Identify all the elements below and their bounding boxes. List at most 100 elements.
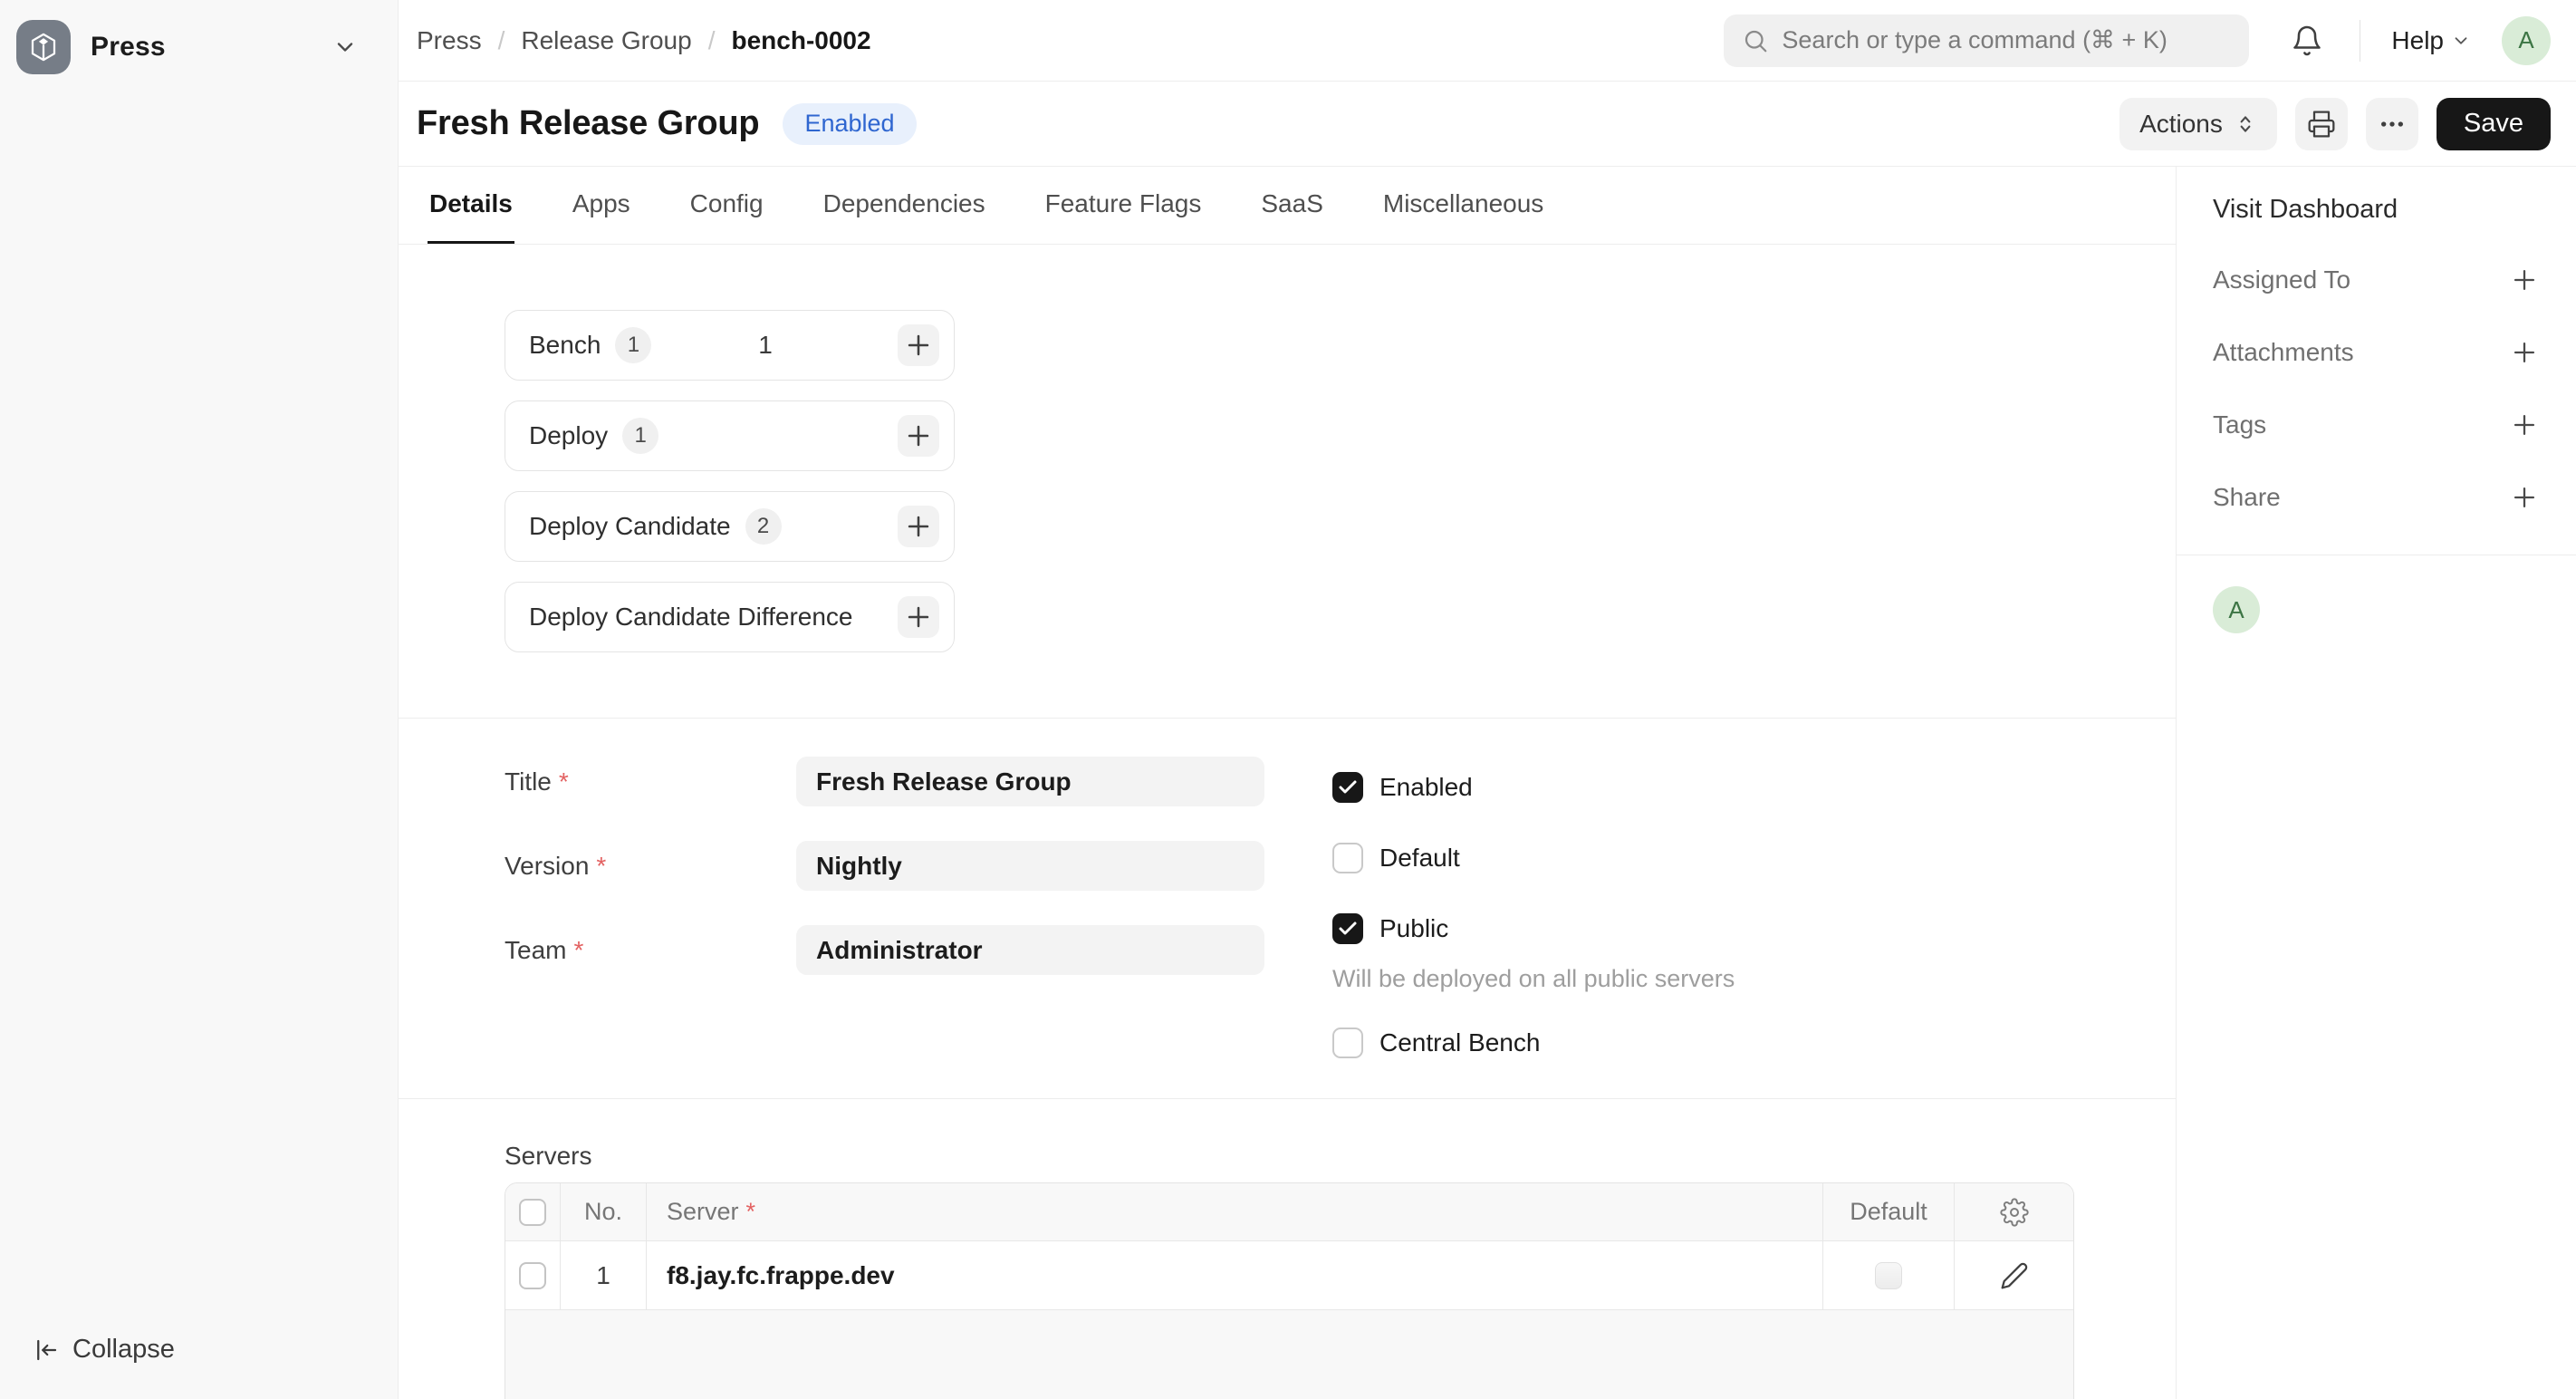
tab-details[interactable]: Details (428, 167, 514, 244)
breadcrumb-separator: / (498, 26, 505, 55)
main-area: Press / Release Group / bench-0002 Searc… (399, 0, 2576, 1399)
plus-icon (2509, 482, 2540, 513)
version-input[interactable]: Nightly (796, 841, 1264, 891)
field-version: Version* Nightly (505, 841, 1264, 891)
field-label: Team* (505, 936, 796, 965)
default-checkbox[interactable] (1332, 843, 1363, 873)
team-input[interactable]: Administrator (796, 925, 1264, 975)
attachments-label: Attachments (2213, 338, 2354, 367)
topbar-right: Search or type a command (⌘ + K) Help A (1724, 14, 2551, 67)
top-bar: Press / Release Group / bench-0002 Searc… (399, 0, 2576, 82)
grid-settings-button[interactable] (2000, 1198, 2029, 1227)
add-assignment-button[interactable] (2509, 265, 2540, 295)
add-deploy-candidate-button[interactable] (898, 506, 939, 547)
plus-icon (903, 330, 934, 361)
row-cell-no: 1 (560, 1241, 646, 1309)
form-content: Details Apps Config Dependencies Feature… (399, 167, 2176, 1399)
link-label: Bench (529, 331, 601, 360)
header-cell-no: No. (560, 1183, 646, 1240)
tab-miscellaneous[interactable]: Miscellaneous (1381, 167, 1545, 244)
tab-apps[interactable]: Apps (571, 167, 632, 244)
document-body: Details Apps Config Dependencies Feature… (399, 167, 2576, 1399)
tab-config[interactable]: Config (688, 167, 765, 244)
checkbox-row-enabled: Enabled (1332, 772, 1735, 803)
save-button[interactable]: Save (2437, 98, 2551, 150)
search-placeholder: Search or type a command (⌘ + K) (1782, 26, 2167, 54)
add-share-button[interactable] (2509, 482, 2540, 513)
check-icon (1337, 918, 1359, 940)
link-count-badge: 1 (615, 327, 651, 363)
edit-row-button[interactable] (2000, 1261, 2029, 1290)
chevron-down-icon (332, 34, 358, 60)
public-field-description: Will be deployed on all public servers (1332, 965, 1735, 992)
printer-icon (2307, 110, 2336, 139)
select-all-checkbox[interactable] (519, 1199, 546, 1226)
actions-label: Actions (2139, 110, 2223, 139)
central-bench-checkbox[interactable] (1332, 1028, 1363, 1058)
tab-bar: Details Apps Config Dependencies Feature… (399, 167, 2176, 245)
row-default-checkbox[interactable] (1875, 1262, 1902, 1289)
cube-icon (27, 31, 60, 63)
print-button[interactable] (2295, 98, 2348, 150)
collapse-label: Collapse (72, 1335, 175, 1365)
breadcrumb-release-group[interactable]: Release Group (521, 26, 691, 55)
link-label: Deploy Candidate (529, 512, 731, 541)
checkbox-label: Public (1379, 914, 1448, 943)
public-checkbox[interactable] (1332, 913, 1363, 944)
header-cell-select (505, 1183, 560, 1240)
header-cell-settings (1954, 1183, 2073, 1240)
servers-table-empty-area (505, 1310, 2073, 1399)
title-input[interactable]: Fresh Release Group (796, 757, 1264, 806)
link-card-bench[interactable]: Bench 1 1 (505, 310, 955, 381)
link-card-deploy[interactable]: Deploy 1 (505, 400, 955, 471)
chevron-down-icon (2451, 31, 2471, 51)
link-card-deploy-candidate-difference[interactable]: Deploy Candidate Difference (505, 582, 955, 652)
user-avatar[interactable]: A (2502, 16, 2551, 65)
tab-dependencies[interactable]: Dependencies (822, 167, 987, 244)
link-card-deploy-candidate[interactable]: Deploy Candidate 2 (505, 491, 955, 562)
document-header: Fresh Release Group Enabled Actions (399, 82, 2576, 167)
page-title: Fresh Release Group (417, 104, 759, 143)
visit-dashboard-link[interactable]: Visit Dashboard (2213, 194, 2540, 225)
row-cell-default (1822, 1241, 1954, 1309)
add-tag-button[interactable] (2509, 410, 2540, 440)
required-marker: * (559, 767, 569, 796)
assigned-to-label: Assigned To (2213, 265, 2350, 294)
checkbox-label: Default (1379, 844, 1460, 873)
add-attachment-button[interactable] (2509, 337, 2540, 368)
link-count-badge: 1 (622, 418, 658, 454)
breadcrumb-press[interactable]: Press (417, 26, 482, 55)
share-row: Share (2213, 482, 2540, 513)
app-window: Press Collapse Press / Release Group / b… (0, 0, 2576, 1399)
app-switcher[interactable]: Press (0, 0, 398, 74)
help-menu[interactable]: Help (2391, 26, 2471, 55)
required-marker: * (596, 852, 606, 880)
plus-icon (903, 420, 934, 451)
add-deploy-candidate-difference-button[interactable] (898, 596, 939, 638)
breadcrumb: Press / Release Group / bench-0002 (417, 26, 871, 55)
search-input[interactable]: Search or type a command (⌘ + K) (1724, 14, 2249, 67)
checkbox-row-default: Default (1332, 843, 1735, 873)
viewer-avatar: A (2213, 586, 2260, 633)
actions-dropdown-button[interactable]: Actions (2119, 98, 2277, 150)
chevron-up-down-icon (2234, 112, 2257, 136)
required-marker: * (746, 1198, 756, 1226)
collapse-sidebar-button[interactable]: Collapse (0, 1335, 398, 1399)
more-options-button[interactable] (2366, 98, 2418, 150)
plus-icon (903, 602, 934, 632)
header-cell-server: Server* (646, 1183, 1822, 1240)
breadcrumb-current: bench-0002 (731, 26, 870, 55)
gear-icon (2000, 1198, 2029, 1227)
tags-label: Tags (2213, 410, 2266, 439)
row-cell-server[interactable]: f8.jay.fc.frappe.dev (646, 1241, 1822, 1309)
row-select-checkbox[interactable] (519, 1262, 546, 1289)
row-cell-select (505, 1241, 560, 1309)
add-deploy-button[interactable] (898, 415, 939, 457)
notification-bell-icon[interactable] (2291, 24, 2323, 57)
enabled-checkbox[interactable] (1332, 772, 1363, 803)
tab-saas[interactable]: SaaS (1259, 167, 1325, 244)
collapse-icon (33, 1336, 60, 1364)
add-bench-button[interactable] (898, 324, 939, 366)
field-title: Title* Fresh Release Group (505, 757, 1264, 806)
tab-feature-flags[interactable]: Feature Flags (1043, 167, 1204, 244)
